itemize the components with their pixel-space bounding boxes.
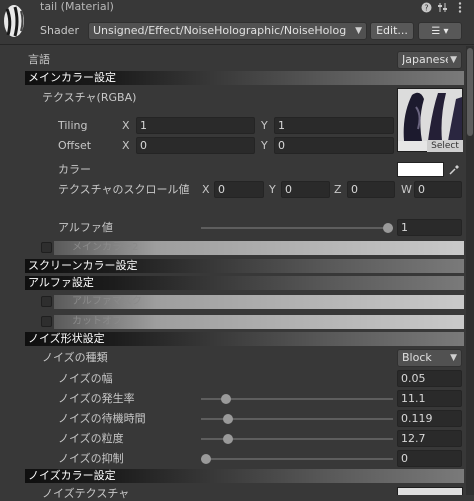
tiling-label: Tiling: [58, 119, 88, 132]
offset-y-label: Y: [261, 139, 268, 152]
noise-suppress-slider-track: [201, 458, 393, 460]
scroll-w-label: W: [401, 183, 412, 196]
noise-suppress-slider-knob[interactable]: [201, 454, 211, 464]
noise-grain-field[interactable]: 12.7: [397, 430, 462, 447]
material-icon: [2, 3, 26, 39]
texture-preview-image: [398, 89, 462, 141]
scroll-x-field[interactable]: 0: [214, 181, 264, 198]
color-label: カラー: [58, 163, 91, 176]
language-dropdown[interactable]: Japanese ▼: [397, 51, 462, 69]
color-swatch[interactable]: [397, 162, 444, 177]
header-divider: [0, 44, 474, 45]
chevron-down-icon: ▼: [450, 55, 457, 65]
scroll-label: テクスチャのスクロール値: [58, 183, 190, 196]
alpha-mask-header[interactable]: アルファマスク: [54, 295, 464, 309]
noise-shape-header[interactable]: ノイズ形状設定: [25, 332, 464, 346]
noise-grain-slider[interactable]: [201, 433, 393, 445]
texture-label: テクスチャ(RGBA): [42, 91, 137, 104]
noise-width-field[interactable]: 0.05: [397, 370, 462, 387]
noise-width-label: ノイズの幅: [58, 372, 113, 385]
screen-color-header[interactable]: スクリーンカラー設定: [25, 259, 464, 273]
tiling-x-field[interactable]: 1: [136, 117, 255, 134]
alpha-slider[interactable]: [201, 222, 393, 234]
scroll-y-label: Y: [269, 183, 276, 196]
noise-rate-slider[interactable]: [201, 393, 393, 405]
noise-texture-label: ノイズテクスチャ: [42, 487, 130, 500]
noise-suppress-slider[interactable]: [201, 453, 393, 465]
shader-value: Unsigned/Effect/NoiseHolographic/NoiseHo…: [93, 24, 347, 37]
noise-wait-field[interactable]: 0.119: [397, 410, 462, 427]
edit-shader-button[interactable]: Edit...: [370, 22, 414, 40]
offset-label: Offset: [58, 139, 92, 152]
material-title: tail (Material): [40, 0, 114, 13]
help-icon[interactable]: ?: [420, 1, 432, 13]
cutoff-header[interactable]: カットオフ: [54, 315, 464, 329]
main-color2-toggle[interactable]: [41, 242, 52, 253]
preset-icon[interactable]: [436, 1, 448, 13]
scrollbar[interactable]: [466, 46, 474, 495]
scroll-z-field[interactable]: 0: [347, 181, 395, 198]
alpha-label: アルファ値: [58, 221, 113, 234]
texture-slot[interactable]: Select: [397, 88, 463, 152]
alpha-slider-knob[interactable]: [383, 223, 393, 233]
noise-suppress-field[interactable]: 0: [397, 450, 462, 467]
cutoff-toggle[interactable]: [41, 316, 52, 327]
noise-rate-slider-knob[interactable]: [221, 394, 231, 404]
shader-label: Shader: [40, 24, 79, 37]
shader-dropdown[interactable]: Unsigned/Effect/NoiseHolographic/NoiseHo…: [88, 22, 367, 40]
tiling-y-field[interactable]: 1: [274, 117, 394, 134]
scroll-y-field[interactable]: 0: [281, 181, 330, 198]
tiling-x-label: X: [122, 119, 130, 132]
noise-rate-label: ノイズの発生率: [58, 392, 135, 405]
scrollbar-thumb[interactable]: [467, 48, 473, 136]
noise-wait-label: ノイズの待機時間: [58, 412, 146, 425]
noise-grain-label: ノイズの粒度: [58, 432, 124, 445]
alpha-mask-toggle[interactable]: [41, 296, 52, 307]
main-color-header[interactable]: メインカラー設定: [25, 71, 464, 85]
noise-grain-slider-knob[interactable]: [223, 434, 233, 444]
noise-rate-field[interactable]: 11.1: [397, 390, 462, 407]
offset-x-field[interactable]: 0: [136, 137, 255, 154]
list-icon: ☰ ▾: [431, 26, 449, 37]
more-options-icon[interactable]: [454, 1, 466, 13]
svg-text:?: ?: [424, 3, 428, 12]
scroll-x-label: X: [202, 183, 210, 196]
alpha-field[interactable]: 1: [397, 219, 462, 236]
shader-list-button[interactable]: ☰ ▾: [418, 22, 462, 40]
noise-wait-slider-knob[interactable]: [223, 414, 233, 424]
chevron-down-icon: ▼: [355, 26, 362, 36]
noise-wait-slider[interactable]: [201, 413, 393, 425]
main-color2-header[interactable]: メインカラー2: [54, 241, 464, 255]
alpha-slider-track: [201, 227, 393, 229]
noise-suppress-label: ノイズの抑制: [58, 452, 124, 465]
noise-color-header[interactable]: ノイズカラー設定: [25, 469, 464, 483]
chevron-down-icon: ▼: [450, 353, 457, 363]
tiling-y-label: Y: [261, 119, 268, 132]
noise-type-dropdown[interactable]: Block ▼: [397, 349, 462, 367]
noise-type-value: Block: [402, 351, 432, 364]
noise-type-label: ノイズの種類: [42, 351, 108, 364]
texture-select-button[interactable]: Select: [427, 140, 463, 152]
eyedropper-icon[interactable]: [446, 162, 462, 177]
scroll-z-label: Z: [334, 183, 342, 196]
scroll-w-field[interactable]: 0: [414, 181, 462, 198]
noise-texture-slot[interactable]: [397, 487, 463, 495]
offset-y-field[interactable]: 0: [274, 137, 394, 154]
offset-x-label: X: [122, 139, 130, 152]
language-value: Japanese: [402, 53, 448, 66]
language-label: 言語: [28, 53, 50, 66]
alpha-settings-header[interactable]: アルファ設定: [25, 276, 464, 290]
